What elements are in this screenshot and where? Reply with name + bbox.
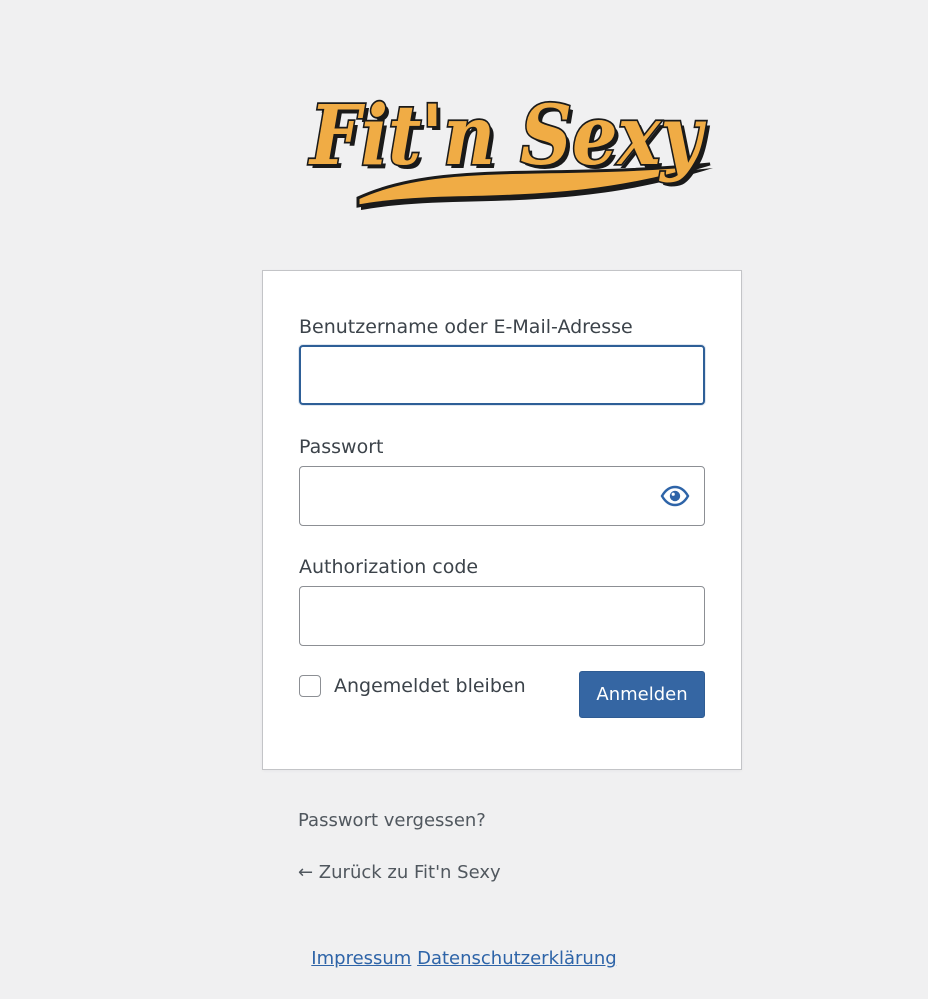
authcode-label: Authorization code (299, 556, 479, 578)
authcode-field-wrapper (299, 586, 705, 646)
lost-password-link[interactable]: Passwort vergessen? (298, 810, 486, 831)
remember-me-label[interactable]: Angemeldet bleiben (334, 675, 526, 697)
username-field-wrapper (299, 345, 705, 405)
privacy-policy-link[interactable]: Datenschutzerklärung (417, 948, 617, 969)
authcode-input[interactable] (300, 587, 704, 645)
password-label: Passwort (299, 436, 384, 458)
username-label: Benutzername oder E-Mail-Adresse (299, 316, 633, 338)
login-button[interactable]: Anmelden (579, 671, 705, 718)
remember-me: Angemeldet bleiben (299, 673, 526, 699)
footer-links: Impressum Datenschutzerklärung (0, 948, 928, 969)
show-password-button[interactable] (660, 484, 690, 508)
eye-icon (660, 485, 690, 507)
username-input[interactable] (301, 347, 703, 403)
logo-graphic: Fit'n Sexy Fit'n Sexy (307, 86, 713, 210)
password-field-wrapper (299, 466, 705, 526)
site-logo[interactable]: Fit'n Sexy Fit'n Sexy (300, 68, 716, 216)
svg-text:Fit'n Sexy: Fit'n Sexy (308, 88, 706, 184)
login-form: Benutzername oder E-Mail-Adresse Passwor… (262, 270, 742, 770)
back-to-site-link[interactable]: ← Zurück zu Fit'n Sexy (298, 862, 501, 883)
impressum-link[interactable]: Impressum (311, 948, 411, 969)
password-input[interactable] (300, 467, 704, 525)
remember-me-checkbox[interactable] (299, 675, 321, 697)
